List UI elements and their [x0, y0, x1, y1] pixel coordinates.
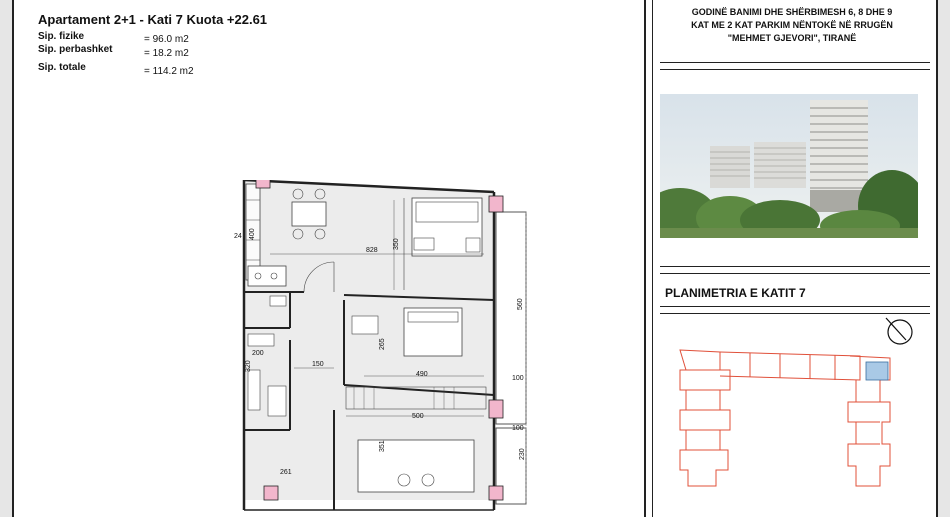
drawing-sheet: Apartament 2+1 - Kati 7 Kuota +22.61 Sip… — [14, 0, 936, 517]
dim-400: 400 — [249, 228, 256, 240]
dim-150: 150 — [312, 361, 324, 368]
dim-200: 200 — [252, 350, 264, 357]
dim-261: 261 — [280, 469, 292, 476]
title-divider-1 — [660, 62, 930, 63]
title-divider-4 — [660, 273, 930, 274]
project-title-line-2: KAT ME 2 KAT PARKIM NËNTOKË NË RRUGËN — [691, 20, 893, 30]
project-title: GODINË BANIMI DHE SHËRBIMESH 6, 8 DHE 9 … — [660, 6, 924, 45]
building-render-image — [660, 94, 918, 238]
project-title-line-1: GODINË BANIMI DHE SHËRBIMESH 6, 8 DHE 9 — [691, 7, 893, 17]
floor-plan-drawing: 400 828 350 560 265 200 150 490 100 500 … — [234, 180, 527, 511]
dim-230: 230 — [519, 448, 526, 460]
north-arrow-icon — [885, 317, 913, 345]
dim-500: 500 — [412, 413, 424, 420]
dim-828: 828 — [366, 247, 378, 254]
dim-100a: 100 — [512, 375, 524, 382]
dim-100b: 100 — [512, 425, 524, 432]
dim-560: 560 — [517, 298, 524, 310]
panel-divider-right — [652, 0, 653, 517]
dim-350: 350 — [393, 238, 400, 250]
key-plan-highlight — [865, 361, 889, 381]
area-value-physical: = 96.0 m2 — [144, 34, 189, 45]
title-divider-5 — [660, 306, 930, 307]
dim-265: 265 — [379, 338, 386, 350]
dim-490: 490 — [416, 371, 428, 378]
right-frame-border — [936, 0, 950, 517]
area-value-shared: = 18.2 m2 — [144, 48, 189, 59]
project-title-line-3: "MEHMET GJEVORI", TIRANË — [727, 33, 857, 43]
area-label-total: Sip. totale — [38, 62, 86, 73]
apartment-title: Apartament 2+1 - Kati 7 Kuota +22.61 — [38, 12, 268, 27]
dim-24a: 24 — [234, 233, 242, 240]
title-divider-2 — [660, 69, 930, 70]
title-block-panel: GODINË BANIMI DHE SHËRBIMESH 6, 8 DHE 9 … — [660, 0, 936, 517]
dim-351: 351 — [379, 440, 386, 452]
plan-title: PLANIMETRIA E KATIT 7 — [665, 286, 806, 300]
area-label-physical: Sip. fizike — [38, 31, 85, 42]
area-label-shared: Sip. perbashket — [38, 44, 113, 55]
key-plan-drawing — [679, 317, 913, 487]
dim-320: 320 — [245, 360, 252, 372]
left-frame-border — [0, 0, 14, 517]
area-value-total: = 114.2 m2 — [144, 66, 194, 77]
title-divider-3 — [660, 266, 930, 267]
panel-divider-left — [644, 0, 646, 517]
